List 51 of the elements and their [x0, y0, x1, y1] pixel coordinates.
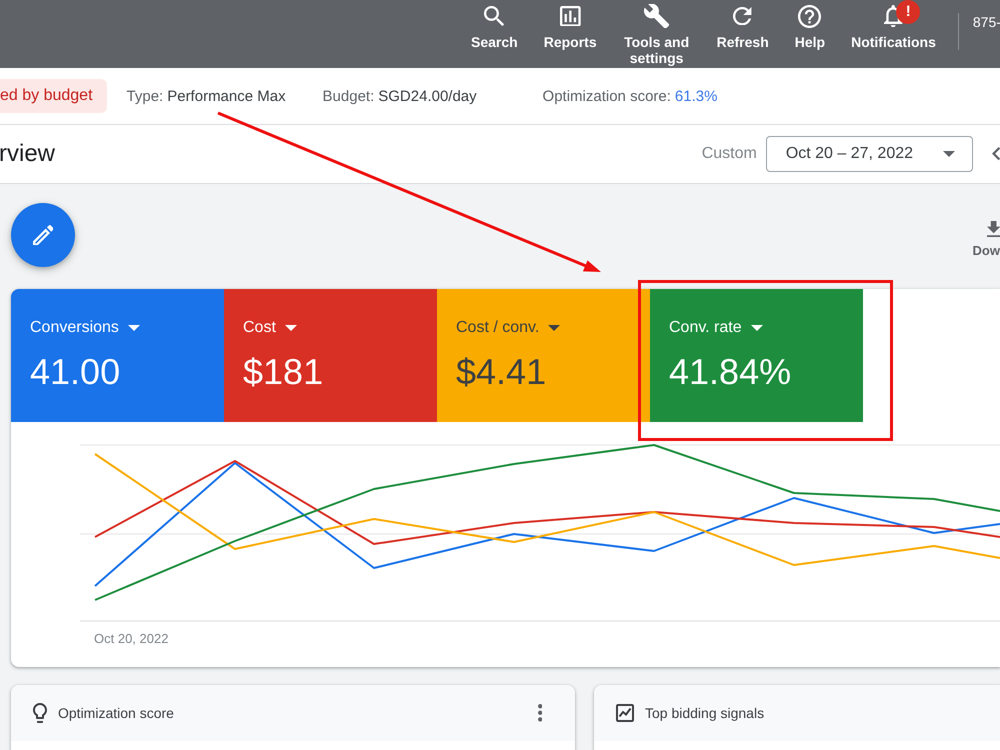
metric-tile[interactable]: Cost $181 [224, 289, 437, 422]
axis-label: Oct 20, 2022 [94, 631, 168, 646]
metric-dropdown[interactable]: Conversions [30, 318, 140, 338]
summary-label: Budget: [322, 88, 374, 104]
chevron-left-icon[interactable] [992, 147, 1000, 161]
caret-icon [548, 325, 560, 331]
lightbulb-icon [33, 703, 47, 723]
date-range-dropdown[interactable]: Oct 20 – 27, 2022 [766, 136, 973, 172]
summary-value: SGD24.00/day [378, 88, 477, 104]
nav-button[interactable]: Search [458, 0, 531, 50]
bar-chart-icon [560, 6, 580, 26]
summary-value: 61.3% [674, 88, 718, 104]
metric-dropdown[interactable]: Cost / conv. [456, 318, 560, 338]
status-chip: ed by budget [0, 79, 107, 113]
account-id[interactable]: 875- [972, 14, 1000, 30]
metric-value: $4.41 [456, 351, 546, 393]
metric-value: 41.84% [669, 351, 792, 393]
edit-button[interactable] [11, 203, 75, 267]
caret-icon [128, 325, 140, 331]
nav-button[interactable]: Refresh [704, 0, 782, 50]
download-button[interactable]: Dow [972, 221, 1000, 260]
metric-value: $181 [243, 351, 324, 393]
caret-icon [284, 325, 297, 331]
nav-button[interactable]: Tools and settings [610, 0, 704, 66]
card-title: Top bidding signals [645, 705, 764, 721]
download-icon [986, 221, 1000, 238]
more-icon[interactable] [538, 704, 542, 722]
summary-label: Optimization score: [542, 88, 671, 104]
help-icon [798, 4, 822, 28]
page-title: rview [0, 140, 56, 168]
metric-tile[interactable]: Conversions 41.00 [11, 289, 224, 422]
line-chart-icon [616, 704, 634, 722]
metric-tile[interactable]: Cost / conv. $4.41 [437, 289, 650, 422]
card-title: Optimization score [58, 705, 174, 721]
nav-button[interactable]: Help [782, 0, 838, 50]
metric-dropdown[interactable]: Conv. rate [669, 318, 763, 338]
summary-value: Performance Max [167, 88, 286, 104]
wrench-icon [644, 4, 670, 28]
date-preset-label: Custom [702, 145, 757, 163]
caret-icon [750, 325, 763, 331]
metric-dropdown[interactable]: Cost [243, 318, 297, 338]
pencil-icon [32, 224, 54, 246]
metric-tile[interactable]: Conv. rate 41.84% [650, 289, 863, 422]
summary-label: Type: [126, 88, 164, 104]
nav-button[interactable]: ! Notifications [838, 0, 949, 50]
refresh-icon [733, 6, 752, 26]
caret-icon [942, 151, 955, 157]
notification-badge: ! [896, 0, 920, 24]
nav-button[interactable]: Reports [530, 0, 610, 50]
metric-value: 41.00 [30, 351, 120, 393]
search-icon [484, 6, 504, 26]
